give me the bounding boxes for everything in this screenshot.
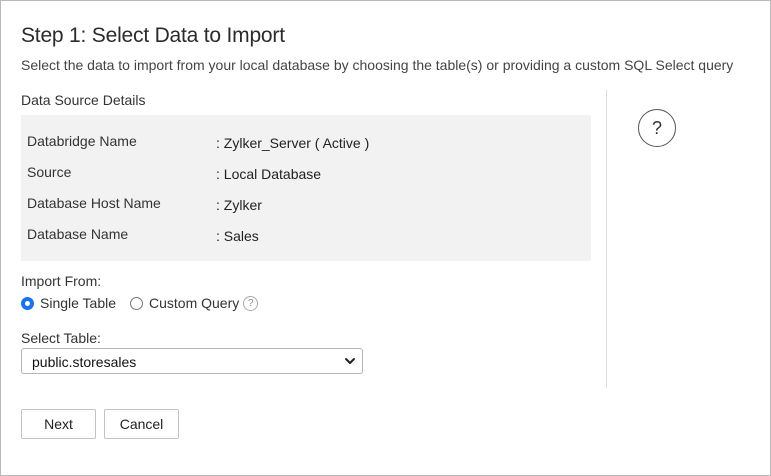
detail-row-database-name: Database Name : Sales xyxy=(21,226,591,246)
select-table-dropdown[interactable]: public.storesales xyxy=(21,348,363,374)
data-source-details-heading: Data Source Details xyxy=(21,92,146,108)
page-title: Step 1: Select Data to Import xyxy=(21,24,285,47)
radio-checked-icon[interactable] xyxy=(21,296,34,310)
cancel-button[interactable]: Cancel xyxy=(104,409,179,439)
detail-value: : Zylker xyxy=(216,197,262,213)
detail-row-databridge-name: Databridge Name : Zylker_Server ( Active… xyxy=(21,133,591,153)
detail-value: : Sales xyxy=(216,228,259,244)
radio-single-table[interactable]: Single Table xyxy=(21,293,116,313)
detail-label: Database Name xyxy=(27,226,129,242)
radio-label-single-table[interactable]: Single Table xyxy=(40,295,116,311)
radio-unchecked-icon[interactable] xyxy=(130,296,143,310)
detail-label: Database Host Name xyxy=(27,195,161,211)
help-glyph: ? xyxy=(651,117,662,138)
custom-query-help-icon[interactable]: ? xyxy=(243,295,259,311)
detail-value: : Zylker_Server ( Active ) xyxy=(216,135,370,151)
data-source-details-panel: Databridge Name : Zylker_Server ( Active… xyxy=(21,115,591,261)
detail-label: Source xyxy=(27,164,72,180)
select-table-value: public.storesales xyxy=(32,354,137,370)
radio-label-custom-query[interactable]: Custom Query xyxy=(149,295,239,311)
next-button[interactable]: Next xyxy=(21,409,96,439)
detail-value: : Local Database xyxy=(216,166,322,182)
detail-label: Databridge Name xyxy=(27,133,137,149)
detail-row-database-host-name: Database Host Name : Zylker xyxy=(21,195,591,215)
import-from-label: Import From: xyxy=(21,273,102,289)
vertical-divider xyxy=(606,90,607,388)
select-table-label: Select Table: xyxy=(21,330,101,346)
radio-custom-query[interactable]: Custom Query ? xyxy=(130,293,259,313)
detail-row-source: Source : Local Database xyxy=(21,164,591,184)
import-dialog: Step 1: Select Data to Import Select the… xyxy=(0,0,771,476)
chevron-down-icon xyxy=(345,358,355,364)
page-subtitle: Select the data to import from your loca… xyxy=(21,57,734,73)
question-circle-icon[interactable]: ? xyxy=(638,109,676,147)
